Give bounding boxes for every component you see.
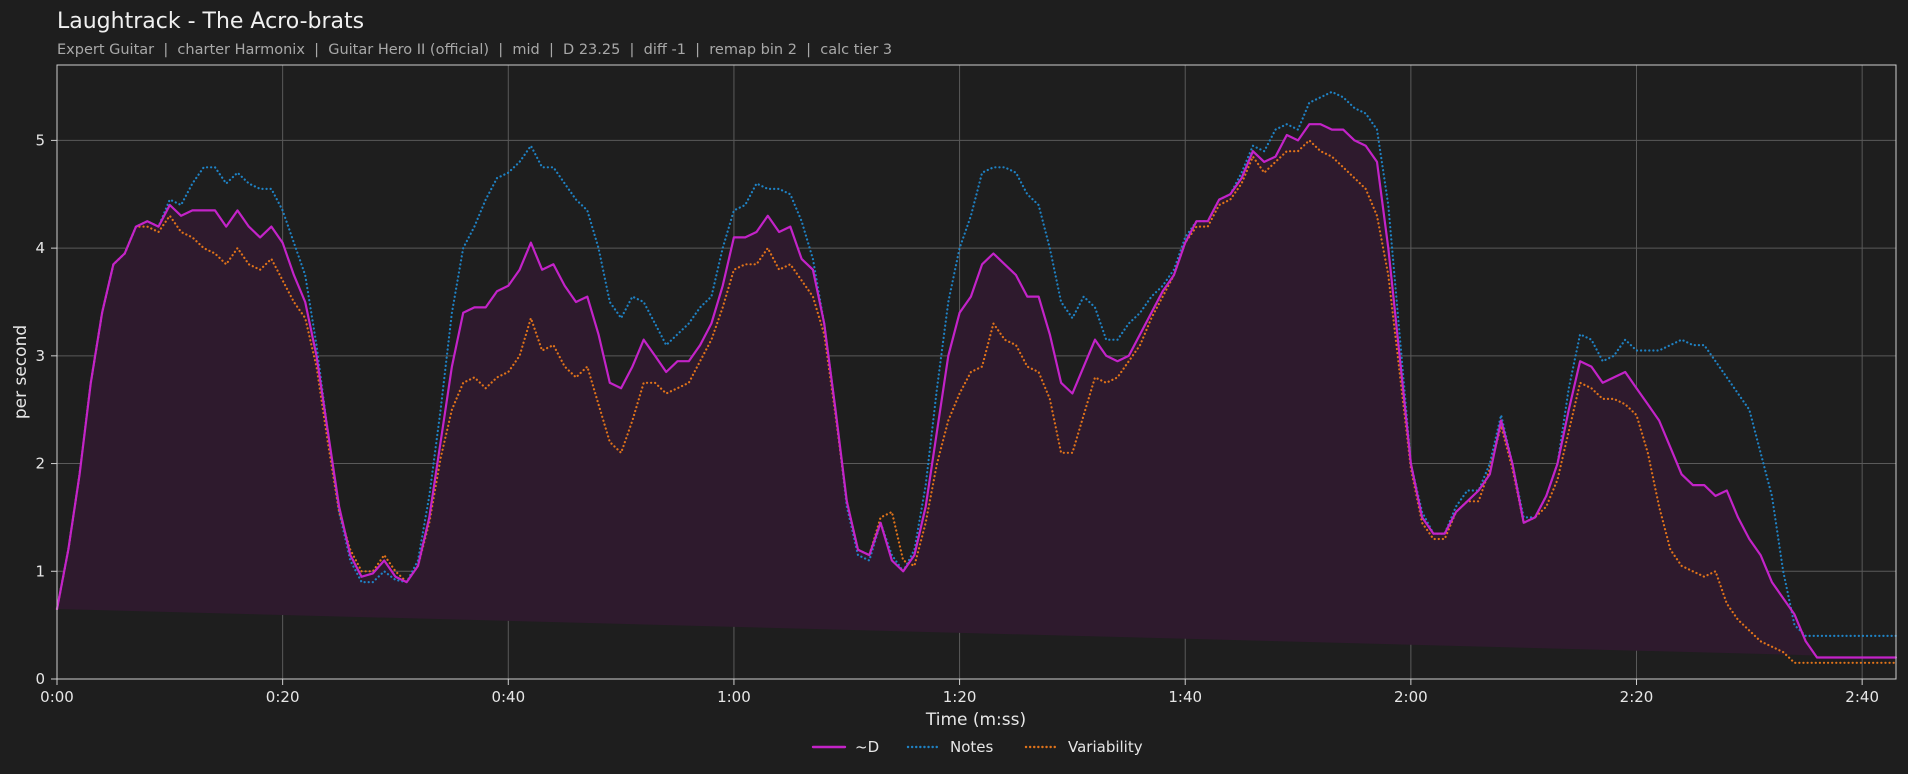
- x-tick-label: 2:40: [1845, 688, 1879, 706]
- y-axis-label: per second: [11, 325, 31, 419]
- x-tick-label: 0:20: [266, 688, 300, 706]
- x-tick-label: 1:00: [717, 688, 751, 706]
- x-tick-label: 1:20: [943, 688, 977, 706]
- y-tick-label: 0: [35, 670, 45, 688]
- y-tick-label: 3: [35, 347, 45, 365]
- x-tick-label: 0:40: [491, 688, 525, 706]
- x-tick-label: 0:00: [40, 688, 74, 706]
- x-axis-label: Time (m:ss): [925, 710, 1026, 730]
- legend-label: Variability: [1068, 738, 1143, 756]
- y-tick-label: 2: [35, 455, 45, 473]
- x-tick-label: 2:00: [1394, 688, 1428, 706]
- y-tick-label: 1: [35, 562, 45, 580]
- y-tick-label: 5: [35, 131, 45, 149]
- x-tick-label: 1:40: [1168, 688, 1202, 706]
- legend-label: ~D: [855, 738, 879, 756]
- y-tick-label: 4: [35, 239, 45, 257]
- chart-svg: Laughtrack - The Acro-brats Expert Guita…: [0, 0, 1908, 774]
- chart-title: Laughtrack - The Acro-brats: [57, 9, 364, 34]
- legend: ~D Notes Variability: [811, 738, 1143, 756]
- chart-subtitle: Expert Guitar | charter Harmonix | Guita…: [57, 42, 892, 58]
- x-tick-label: 2:20: [1620, 688, 1654, 706]
- legend-label: Notes: [950, 738, 994, 756]
